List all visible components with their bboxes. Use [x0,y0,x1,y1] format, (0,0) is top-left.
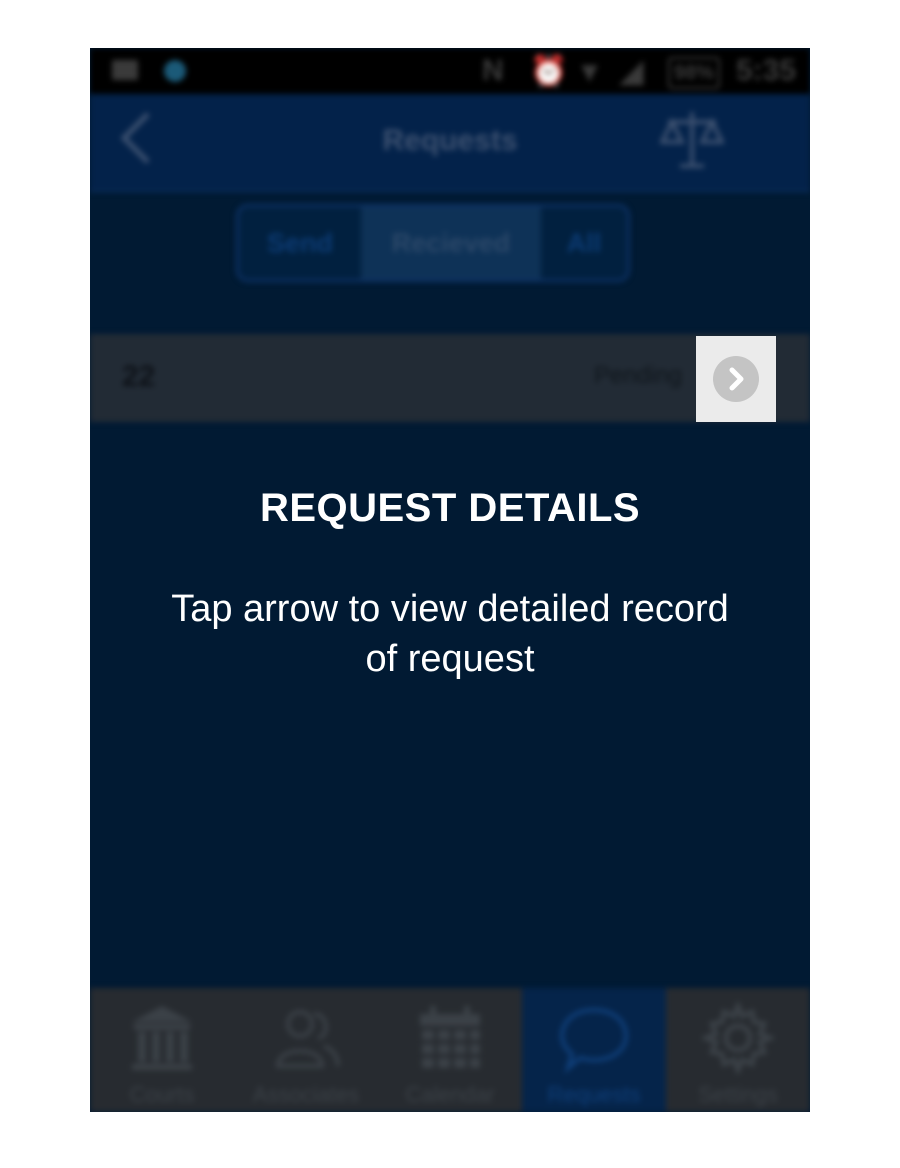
chevron-right-glyph [729,367,744,391]
phone-screen: N ⏰ ▾ ◢ 98% 5:35 Requests Send Recieved … [90,48,810,1112]
tab-calendar[interactable]: Calendar [378,988,522,1112]
chevron-right-icon [713,356,759,402]
tab-label: Calendar [405,1082,495,1107]
scales-icon[interactable] [660,108,724,172]
bottom-tab-bar: Courts Associates Calendar Requests Sett… [90,988,810,1112]
battery-indicator: 98% [668,57,721,89]
tab-settings[interactable]: Settings [666,988,810,1112]
alarm-icon: ⏰ [530,55,568,88]
tutorial-body: Tap arrow to view detailed record of req… [171,588,729,680]
tab-label: Courts [129,1082,195,1107]
request-filter-segment: Send Recieved All [236,204,630,282]
clock: 5:35 [736,54,797,87]
tab-courts[interactable]: Courts [90,988,234,1112]
segment-all[interactable]: All [541,207,627,279]
tab-label: Associates [252,1082,360,1107]
segment-received[interactable]: Recieved [361,207,541,279]
signal-icon: ◢ [620,55,644,88]
people-icon [275,1010,340,1068]
tab-label: Requests [547,1082,641,1107]
courthouse-icon [132,1006,192,1070]
tab-requests[interactable]: Requests [522,988,666,1112]
segment-send[interactable]: Send [239,207,361,279]
chat-bubble-icon [559,1007,629,1074]
tutorial-heading: REQUEST DETAILS [259,486,641,530]
status-bar: N ⏰ ▾ ◢ 98% 5:35 [90,48,810,94]
app-background: N ⏰ ▾ ◢ 98% 5:35 Requests Send Recieved … [90,48,810,1112]
tab-label: Settings [698,1082,778,1107]
view-details-arrow-button[interactable] [696,336,776,422]
tab-associates[interactable]: Associates [234,988,378,1112]
wifi-icon: ▾ [582,55,598,88]
nfc-icon: N [482,54,504,87]
image-icon [112,60,138,80]
app-header: Requests [90,94,810,192]
dot-icon [164,60,186,82]
gear-icon [702,1002,774,1074]
request-status: Pending [594,362,683,389]
request-id: 22 [122,360,156,393]
calendar-icon [420,1006,480,1068]
